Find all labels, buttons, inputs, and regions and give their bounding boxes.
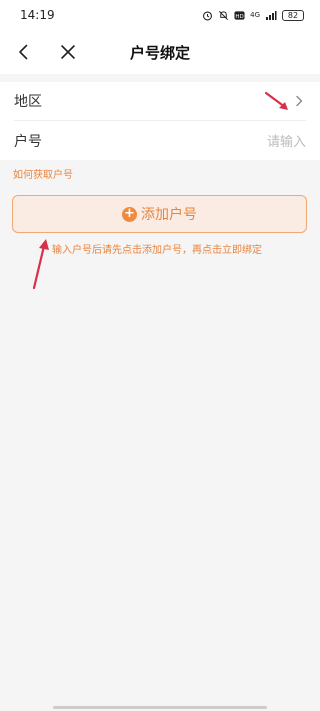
how-to-get-account-link[interactable]: 如何获取户号: [13, 166, 73, 181]
plus-icon: +: [122, 206, 137, 222]
signal-icon: [266, 10, 277, 20]
chevron-right-icon[interactable]: [292, 94, 306, 108]
region-label: 地区: [14, 94, 42, 110]
annotation-arrow-icon: [264, 91, 288, 110]
add-account-label: 添加户号: [141, 207, 197, 223]
page-title: 户号绑定: [129, 44, 190, 62]
status-icons: HD 4G 82: [202, 9, 304, 21]
home-indicator: [53, 706, 267, 709]
status-time: 14:19: [20, 8, 55, 22]
mute-icon: [219, 10, 229, 20]
nav-bar: 户号绑定: [0, 30, 320, 74]
alarm-icon: [203, 10, 213, 20]
annotation-arrow-icon: [32, 239, 49, 290]
status-bar: 14:19 HD 4G 82: [0, 0, 320, 30]
hd-icon: HD: [234, 10, 245, 19]
account-row: 户号 请输入: [14, 121, 306, 160]
network-label: 4G: [250, 11, 260, 19]
account-label: 户号: [14, 133, 42, 150]
battery-indicator: 82: [282, 9, 304, 21]
svg-text:HD: HD: [235, 13, 243, 19]
account-input[interactable]: 请输入: [267, 131, 306, 150]
hint-text: 输入户号后请先点击添加户号，再点击立即绑定: [52, 245, 262, 256]
add-account-button[interactable]: + 添加户号: [12, 195, 307, 233]
